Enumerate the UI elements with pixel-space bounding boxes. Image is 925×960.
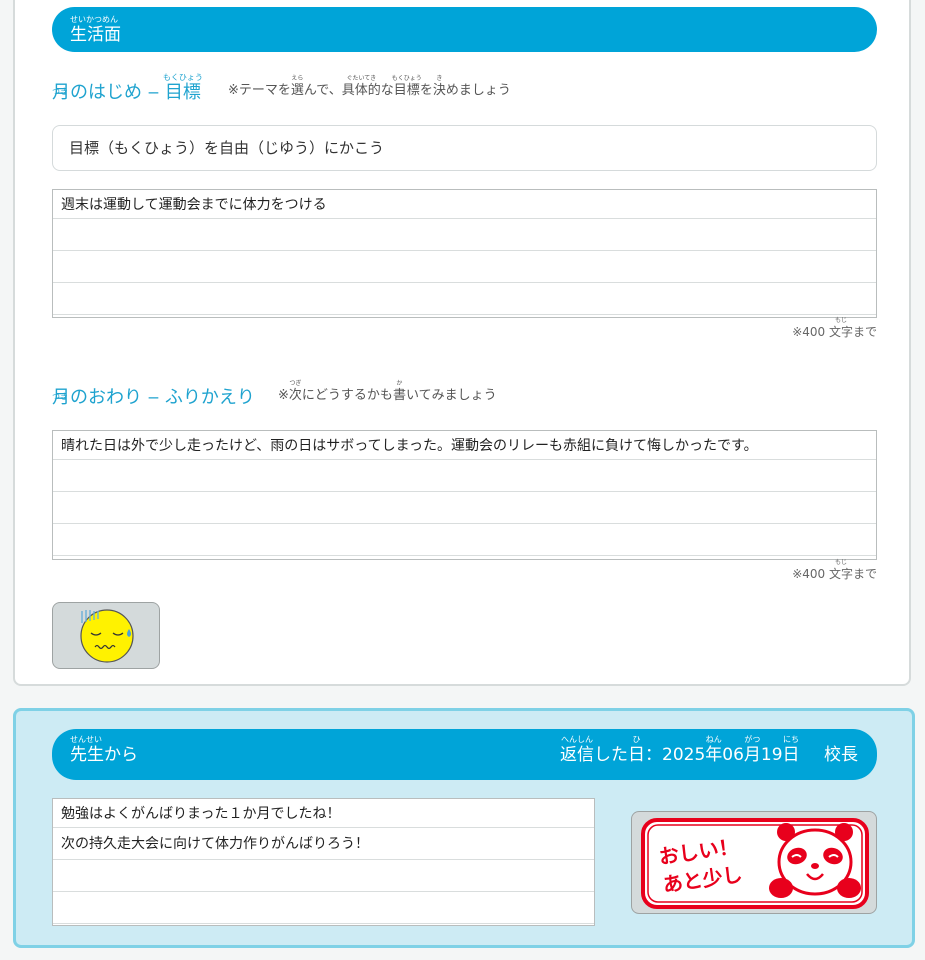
teacher-role: 校長 bbox=[824, 745, 858, 765]
text-line bbox=[53, 492, 876, 524]
panda-icon bbox=[769, 823, 861, 898]
reply-date: へんしん 返信したひ日：2025 ねん 年06 がつ 月19 にち日 bbox=[560, 735, 800, 765]
teacher-header: せんせい 先生から へんしん 返信したひ日：2025 ねん 年06 がつ 月19 にち日 校… bbox=[52, 729, 877, 780]
reflection-heading: つき 月のおわり ‒ ふりかえり bbox=[52, 387, 255, 408]
text-line: 勉強はよくがんばりまった１か月でしたね！ bbox=[53, 799, 594, 828]
text-line bbox=[53, 251, 876, 283]
reflection-char-limit: ※400 もじ 文字まで bbox=[792, 559, 877, 581]
stamp-graphic: おしい！ あと少し bbox=[641, 818, 869, 909]
goal-theme-text: 目標（もくひょう）を自由（じゆう）にかこう bbox=[69, 139, 385, 157]
text-line bbox=[53, 860, 594, 892]
life-title: せいかつめん 生活面 bbox=[70, 15, 121, 45]
text-line bbox=[53, 524, 876, 556]
sweating-face-icon bbox=[80, 609, 134, 663]
reflection-textarea[interactable]: 晴れた日は外で少し走ったけど、雨の日はサボってしまった。運動会のリレーも赤組に負… bbox=[52, 430, 877, 560]
text-line bbox=[53, 892, 594, 924]
goal-char-limit: ※400 もじ 文字まで bbox=[792, 317, 877, 339]
text-line bbox=[53, 283, 876, 315]
text-line: 次の持久走大会に向けて体力作りがんばりろう！ bbox=[53, 828, 594, 860]
goal-textarea[interactable]: 週末は運動して運動会までに体力をつける bbox=[52, 189, 877, 318]
reflection-note: ※ つぎ 次にどうするかもか書いてみましょう bbox=[278, 380, 497, 403]
goal-note: ※テーマを えら 選んで、 ぐたいてき 具体的な もくひょう 目標をき決めましょう bbox=[228, 75, 511, 98]
teacher-stamp: おしい！ あと少し bbox=[631, 811, 877, 914]
life-header: せいかつめん 生活面 bbox=[52, 7, 877, 52]
text-line bbox=[53, 460, 876, 492]
mood-face-button[interactable] bbox=[52, 602, 160, 669]
goal-theme-select[interactable]: 目標（もくひょう）を自由（じゆう）にかこう bbox=[52, 125, 877, 171]
text-line: 週末は運動して運動会までに体力をつける bbox=[53, 190, 876, 219]
text-line: 晴れた日は外で少し走ったけど、雨の日はサボってしまった。運動会のリレーも赤組に負… bbox=[53, 431, 876, 460]
teacher-title: せんせい 先生から bbox=[70, 735, 138, 765]
text-line bbox=[53, 219, 876, 251]
teacher-comment: 勉強はよくがんばりまった１か月でしたね！ 次の持久走大会に向けて体力作りがんばり… bbox=[52, 798, 595, 926]
goal-heading: つき 月のはじめ ‒ もくひょう 目標 bbox=[52, 73, 203, 103]
